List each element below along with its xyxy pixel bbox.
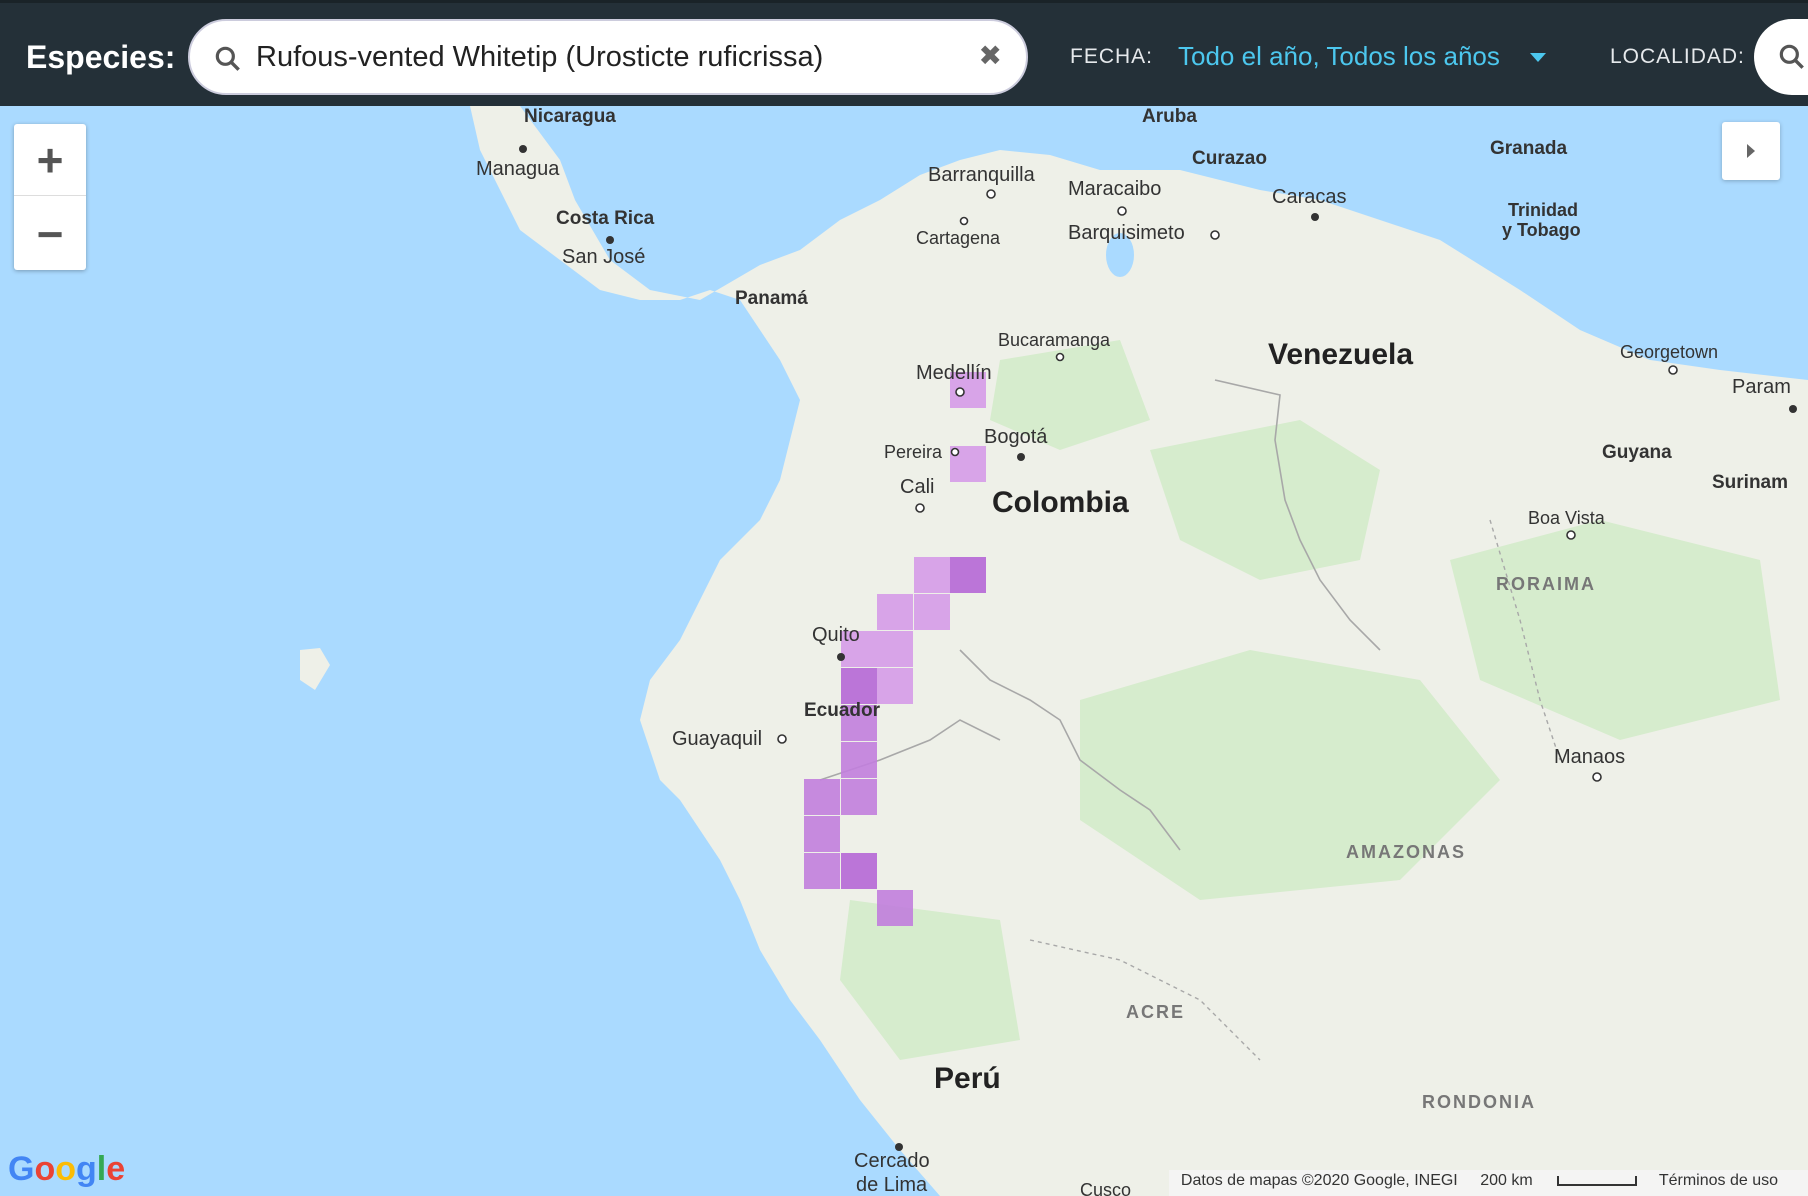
label-surinam: Surinam (1712, 472, 1789, 493)
range-cell (841, 779, 877, 815)
species-search-value[interactable]: Rufous-vented Whitetip (Urosticte ruficr… (256, 41, 823, 74)
range-cell (877, 594, 913, 630)
panel-toggle-button[interactable] (1722, 122, 1780, 180)
label-boa-vista: Boa Vista (1528, 508, 1605, 528)
chevron-right-icon (1747, 144, 1755, 158)
location-search-input[interactable] (1754, 19, 1808, 95)
city-dot (1789, 405, 1797, 413)
label-guayaquil: Guayaquil (672, 728, 763, 750)
species-search-input[interactable]: Rufous-vented Whitetip (Urosticte ruficr… (188, 19, 1028, 95)
zoom-control: + − (14, 124, 86, 270)
search-icon (1779, 44, 1804, 69)
clear-icon[interactable]: ✖ (979, 39, 1002, 72)
label-maracaibo: Maracaibo (1068, 178, 1162, 200)
date-label: FECHA: (1070, 45, 1154, 68)
label-costa-rica: Costa Rica (556, 208, 655, 229)
label-bogota: Bogotá (984, 426, 1048, 448)
label-cartagena: Cartagena (916, 228, 1001, 248)
label-ecuador: Ecuador (804, 700, 881, 721)
label-guyana: Guyana (1602, 442, 1672, 463)
range-cell (950, 557, 986, 593)
label-medellin: Medellín (916, 362, 992, 384)
label-cusco: Cusco (1080, 1180, 1132, 1196)
label-pereira: Pereira (884, 442, 943, 462)
city-dot (1117, 206, 1127, 216)
city-dot (1210, 230, 1220, 240)
scale-label: 200 km (1480, 1172, 1533, 1189)
label-peru: Perú (934, 1062, 1001, 1095)
label-cercado: Cercado (854, 1150, 930, 1172)
label-rondonia: RONDONIA (1422, 1092, 1536, 1112)
scale-bar (1556, 1175, 1637, 1186)
city-dot (955, 387, 965, 397)
zoom-out-button[interactable]: − (14, 198, 86, 270)
city-dot (1311, 213, 1319, 221)
city-dot (1592, 772, 1602, 782)
label-granada: Granada (1490, 138, 1568, 159)
label-aruba: Aruba (1142, 106, 1197, 127)
city-dot (986, 189, 996, 199)
range-cell (841, 853, 877, 889)
city-dot (1017, 453, 1025, 461)
city-dot (837, 653, 845, 661)
label-panama: Panamá (735, 288, 808, 309)
city-dot (1566, 530, 1576, 540)
label-caracas: Caracas (1272, 186, 1347, 208)
label-barranquilla: Barranquilla (928, 164, 1035, 186)
map-attribution: Datos de mapas ©2020 Google, INEGI 200 k… (1168, 1170, 1808, 1196)
map-canvas[interactable] (0, 106, 1808, 1196)
label-quito: Quito (812, 624, 860, 646)
label-cali: Cali (900, 476, 935, 498)
city-dot (959, 216, 969, 226)
range-cell (877, 668, 913, 704)
city-dot (777, 734, 787, 744)
label-manaos: Manaos (1554, 746, 1626, 768)
range-cell (804, 779, 840, 815)
map-data-credit: Datos de mapas ©2020 Google, INEGI (1180, 1172, 1458, 1189)
range-cell (804, 853, 840, 889)
label-san-jose: San José (562, 246, 646, 268)
label-bucaramanga: Bucaramanga (998, 330, 1111, 350)
range-cell (841, 742, 877, 778)
google-logo: Google (8, 1150, 126, 1188)
label-acre: ACRE (1126, 1002, 1186, 1022)
city-dot (519, 145, 527, 153)
date-filter-dropdown[interactable]: Todo el año, Todos los años (1178, 41, 1500, 72)
label-paramaribo: Param (1732, 376, 1791, 398)
species-label: Especies: (26, 39, 176, 75)
range-cell (914, 557, 950, 593)
terms-link[interactable]: Términos de uso (1659, 1172, 1778, 1189)
label-trinidad: Trinidad (1508, 200, 1579, 220)
range-cell (877, 631, 913, 667)
label-georgetown: Georgetown (1620, 342, 1719, 362)
range-cell (877, 890, 913, 926)
label-roraima: RORAIMA (1496, 574, 1596, 594)
label-barquisimeto: Barquisimeto (1068, 222, 1185, 244)
label-curazao: Curazao (1192, 148, 1267, 169)
label-venezuela: Venezuela (1268, 338, 1414, 371)
label-amazonas: AMAZONAS (1346, 842, 1466, 862)
city-dot (950, 447, 960, 457)
range-cell (841, 668, 877, 704)
location-label: LOCALIDAD: (1610, 45, 1745, 68)
range-map[interactable]: Nicaragua Managua Costa Rica San José Pa… (0, 106, 1808, 1196)
label-tobago: y Tobago (1502, 220, 1581, 240)
range-cell (914, 594, 950, 630)
galapagos-islands (300, 648, 330, 690)
top-bar: Especies: Rufous-vented Whitetip (Urosti… (0, 0, 1808, 106)
city-dot (915, 503, 925, 513)
label-de-lima: de Lima (856, 1174, 928, 1196)
label-managua: Managua (476, 158, 560, 180)
range-cell (804, 816, 840, 852)
search-icon (215, 46, 240, 71)
city-dot (606, 236, 614, 244)
zoom-in-button[interactable]: + (14, 124, 86, 196)
city-dot (1055, 352, 1065, 362)
chevron-down-icon[interactable] (1530, 53, 1546, 62)
city-dot (1668, 365, 1678, 375)
label-nicaragua: Nicaragua (524, 106, 616, 127)
label-colombia: Colombia (992, 486, 1129, 519)
